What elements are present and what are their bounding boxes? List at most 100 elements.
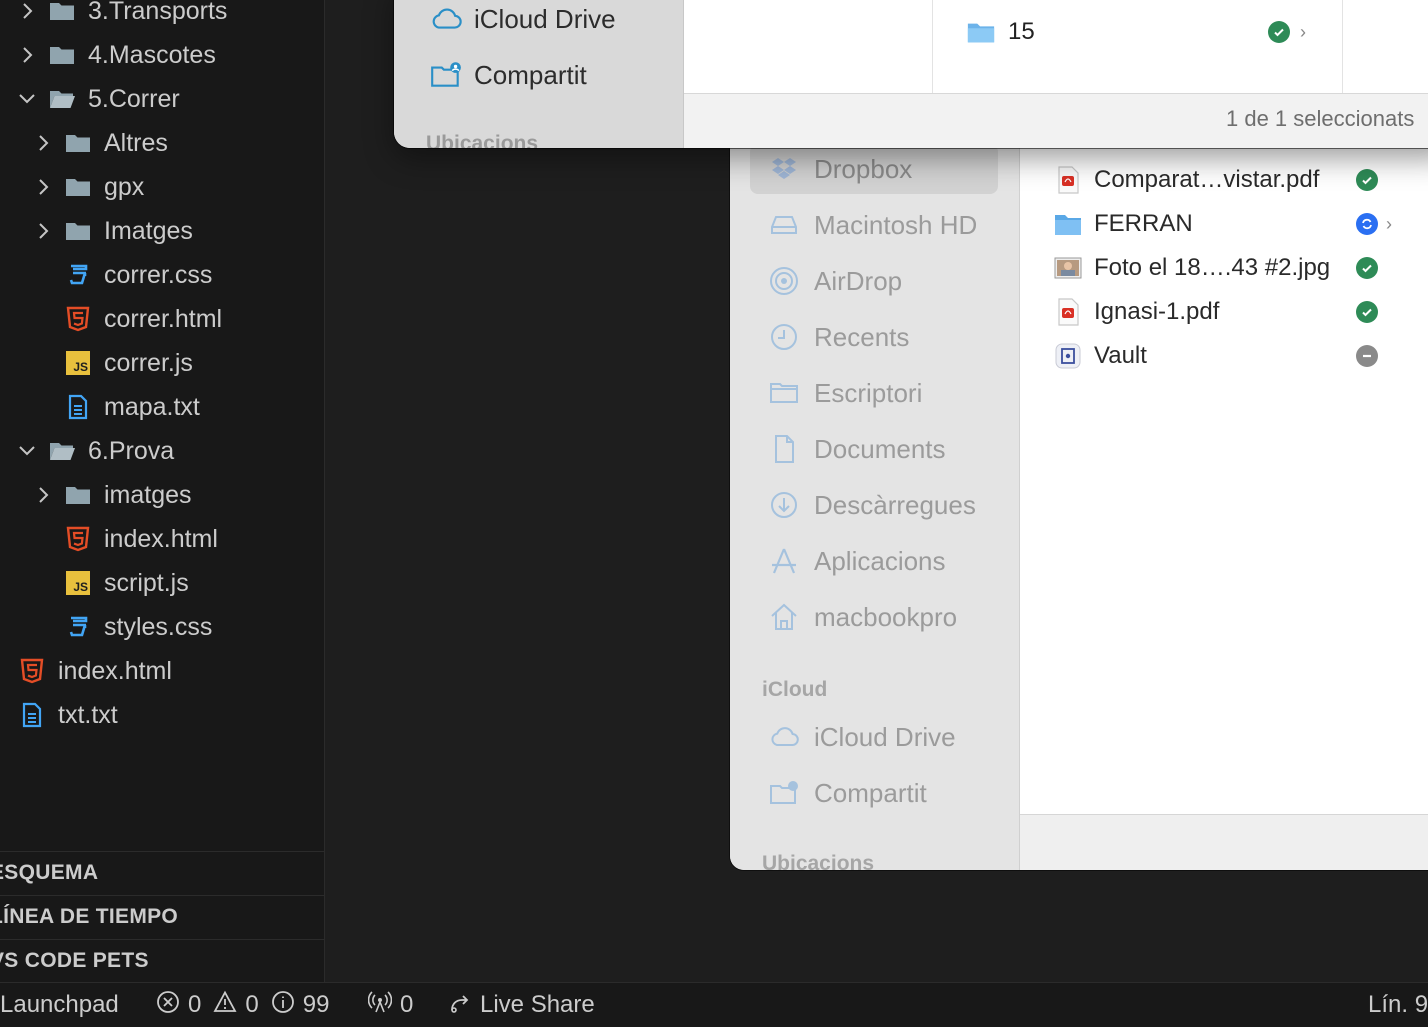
chevron-down-icon[interactable] — [14, 86, 40, 112]
tree-item-label: correr.html — [104, 304, 223, 333]
synced-status-icon — [1356, 169, 1378, 191]
sidebar-item-label: Compartit — [474, 59, 587, 90]
tree-file-row[interactable]: correr.css — [0, 253, 324, 297]
js-file-icon: JS — [62, 347, 94, 379]
sidebar-item-recents[interactable]: Recents — [750, 312, 998, 362]
sidebar-item-airdrop[interactable]: AirDrop — [750, 256, 998, 306]
file-row[interactable]: Comparat…vistar.pdf — [1020, 158, 1428, 202]
shared-folder-icon — [764, 773, 804, 813]
selection-status: 1 de 1 seleccionats — [1226, 106, 1415, 131]
tree-file-row[interactable]: index.html — [0, 517, 324, 561]
tree-file-row[interactable]: mapa.txt — [0, 385, 324, 429]
warning-count: 0 — [245, 991, 259, 1018]
folder-row-15[interactable]: 15 › — [966, 10, 1316, 54]
sidebar-item-aplicacions[interactable]: Aplicacions — [750, 536, 998, 586]
file-name: Vault — [1094, 342, 1147, 369]
icloud-section-title: iCloud — [762, 678, 828, 701]
folder-icon — [966, 16, 998, 48]
synced-status-icon — [1356, 301, 1378, 323]
chevron-right-icon[interactable] — [14, 42, 40, 68]
tree-file-row[interactable]: txt.txt — [0, 693, 324, 737]
sidebar-item-icloud-drive[interactable]: iCloud Drive — [750, 712, 998, 762]
txt-file-icon — [16, 699, 48, 731]
cursor-position[interactable]: Lín. 9 — [1368, 983, 1428, 1027]
sidebar-item-compartit[interactable]: Compartit — [750, 768, 998, 818]
tree-item-label: correr.js — [104, 348, 193, 377]
tree-folder-row[interactable]: gpx — [0, 165, 324, 209]
sidebar-item-label: AirDrop — [814, 265, 903, 296]
tree-item-label: script.js — [104, 568, 189, 597]
tree-item-label: index.html — [58, 656, 172, 685]
pets-panel-header[interactable]: VS CODE PETS — [0, 939, 324, 982]
timeline-panel-header[interactable]: LÍNEA DE TIEMPO — [0, 895, 324, 938]
column-divider[interactable] — [932, 0, 933, 93]
tree-file-row[interactable]: index.html — [0, 649, 324, 693]
locations-section-title: Ubicacions — [426, 132, 539, 148]
sidebar-item-label: iCloud Drive — [474, 3, 616, 34]
chevron-right-icon[interactable] — [14, 0, 40, 24]
file-row[interactable]: Vault — [1020, 334, 1428, 378]
tree-file-row[interactable]: correr.html — [0, 297, 324, 341]
tree-item-label: 6.Prova — [88, 436, 175, 465]
tree-folder-row[interactable]: 3.Transports — [0, 0, 324, 33]
problems-button[interactable]: 0 0 99 — [156, 983, 329, 1027]
chevron-right-icon[interactable] — [30, 218, 56, 244]
sidebar-item-macbookpro[interactable]: macbookpro — [750, 592, 998, 642]
tree-folder-row[interactable]: Imatges — [0, 209, 324, 253]
column-divider[interactable] — [1342, 0, 1343, 93]
sidebar-item-escriptori[interactable]: Escriptori — [750, 368, 998, 418]
tree-folder-row[interactable]: 4.Mascotes — [0, 33, 324, 77]
chevron-down-icon[interactable] — [14, 438, 40, 464]
ports-count: 0 — [400, 991, 414, 1018]
outline-panel-header[interactable]: ESQUEMA — [0, 851, 324, 894]
chevron-right-icon[interactable] — [30, 482, 56, 508]
tree-item-label: 3.Transports — [88, 0, 228, 25]
sidebar-item-compartit[interactable]: Compartit — [414, 50, 664, 100]
file-row[interactable]: Foto el 18….43 #2.jpg — [1020, 246, 1428, 290]
finder-status-footer: 1 de 1 seleccionats — [684, 93, 1428, 148]
tree-folder-row[interactable]: imatges — [0, 473, 324, 517]
ports-button[interactable]: 0 — [367, 983, 414, 1027]
locations-section-title: Ubicacions — [762, 852, 875, 870]
sidebar-item-label: Dropbox — [814, 153, 913, 184]
file-row[interactable]: Ignasi-1.pdf — [1020, 290, 1428, 334]
tree-file-row[interactable]: JS correr.js — [0, 341, 324, 385]
tree-file-row[interactable]: JS script.js — [0, 561, 324, 605]
syncing-status-icon — [1356, 213, 1378, 235]
tree-item-label: correr.css — [104, 260, 213, 289]
tree-folder-row[interactable]: 5.Correr — [0, 77, 324, 121]
status-bar: Launchpad 0 0 99 0 Live Share Lín. 9 — [0, 982, 1428, 1027]
file-name: FERRAN — [1094, 210, 1193, 237]
sidebar-item-icloud-drive[interactable]: iCloud Drive — [414, 0, 664, 44]
chevron-right-icon[interactable] — [30, 174, 56, 200]
tree-item-label: gpx — [104, 172, 145, 201]
tree-item-label: mapa.txt — [104, 392, 200, 421]
sidebar-item-dropbox[interactable]: Dropbox — [750, 144, 998, 194]
chevron-right-icon[interactable] — [30, 130, 56, 156]
document-icon — [764, 429, 804, 469]
tree-item-label: styles.css — [104, 612, 213, 641]
live-share-button[interactable]: Live Share — [448, 983, 595, 1027]
launchpad-button[interactable]: Launchpad — [0, 983, 119, 1027]
sidebar-item-macintosh-hd[interactable]: Macintosh HD — [750, 200, 998, 250]
file-row[interactable]: FERRAN › — [1020, 202, 1428, 246]
html-file-icon — [62, 303, 94, 335]
folder-icon — [46, 39, 78, 71]
cloud-icon — [764, 717, 804, 757]
vault-file-icon — [1052, 340, 1084, 372]
folder-open-icon — [46, 435, 78, 467]
tree-file-row[interactable]: styles.css — [0, 605, 324, 649]
dropbox-icon — [764, 149, 804, 189]
broadcast-icon — [367, 990, 393, 1021]
tree-folder-row[interactable]: 6.Prova — [0, 429, 324, 473]
sidebar-item-desc-rregues[interactable]: Descàrregues — [750, 480, 998, 530]
folder-icon — [764, 373, 804, 413]
harddrive-icon — [764, 205, 804, 245]
sidebar-item-documents[interactable]: Documents — [750, 424, 998, 474]
tree-item-label: 5.Correr — [88, 84, 180, 113]
tree-folder-row[interactable]: Altres — [0, 121, 324, 165]
